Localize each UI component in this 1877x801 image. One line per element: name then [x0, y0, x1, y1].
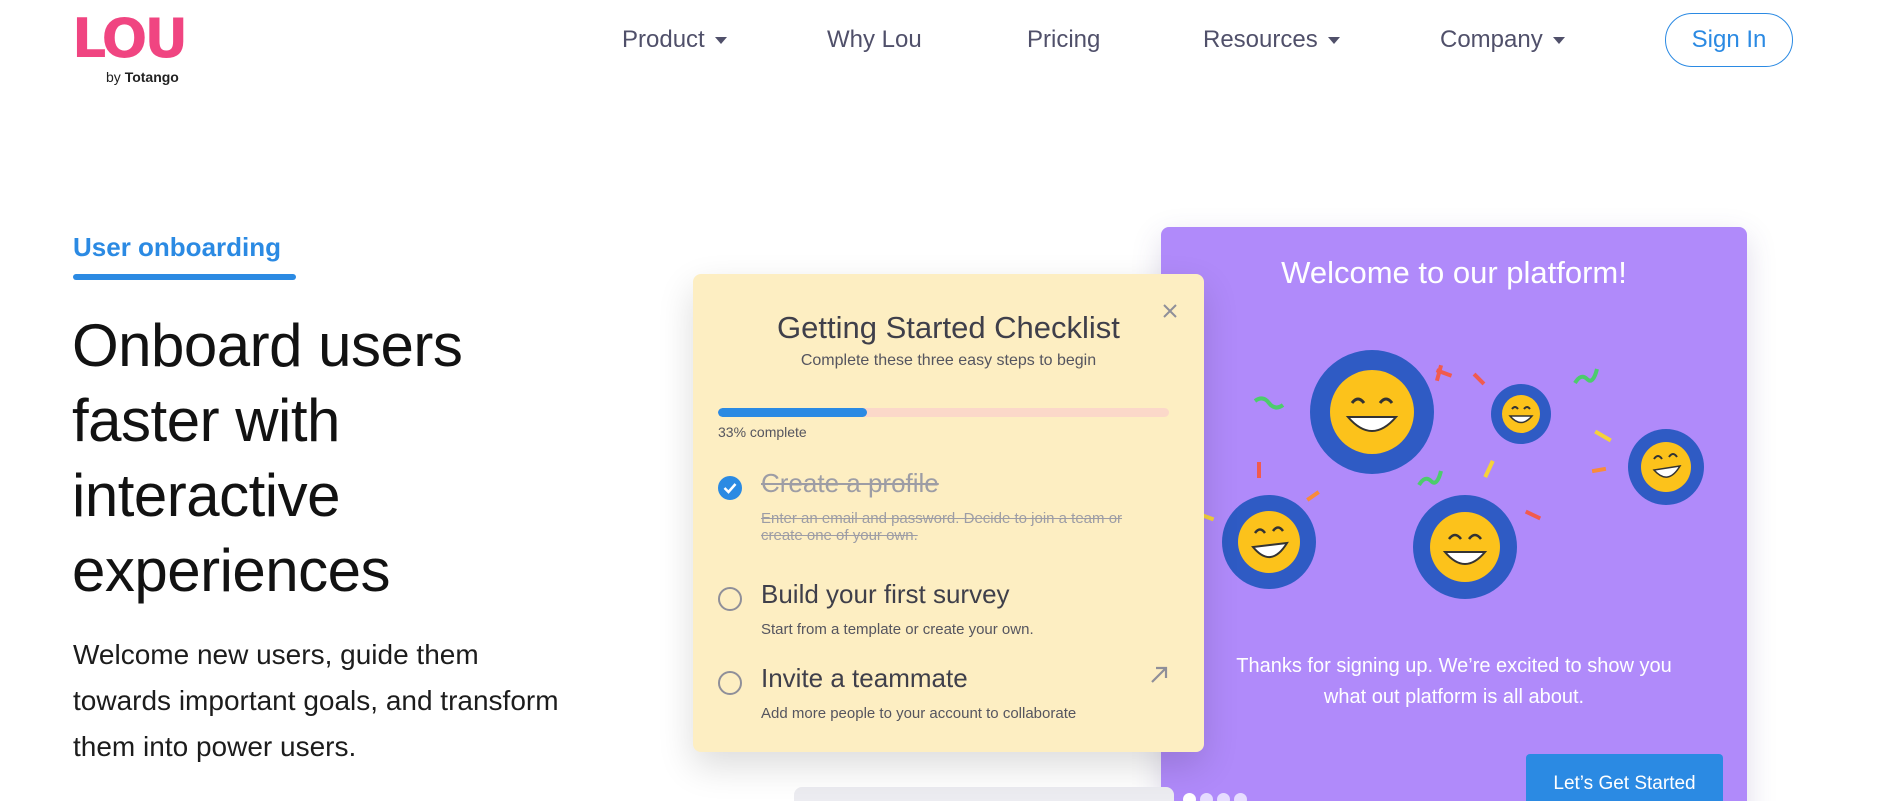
- hero-subtext: Welcome new users, guide them towards im…: [73, 632, 633, 770]
- welcome-message-line: Thanks for signing up. We’re excited to …: [1236, 655, 1672, 677]
- checklist-item-title: Invite a teammate: [761, 663, 968, 693]
- checklist-modal: Getting Started Checklist Complete these…: [693, 274, 1204, 752]
- nav-item-company[interactable]: Company: [1440, 22, 1565, 58]
- checklist-item-desc: Enter an email and password. Decide to j…: [761, 510, 1123, 544]
- nav-item-label: Pricing: [1027, 26, 1101, 53]
- checklist-item-desc: Start from a template or create your own…: [761, 621, 1034, 638]
- external-arrow-icon[interactable]: [1148, 664, 1170, 686]
- pager-dot[interactable]: [1234, 793, 1247, 801]
- checkmark-icon: [723, 483, 737, 494]
- sign-in-button[interactable]: Sign In: [1665, 13, 1793, 67]
- nav-item-label: Resources: [1203, 26, 1318, 53]
- caret-down-icon: [714, 36, 727, 44]
- logo[interactable]: LOU by Totango: [72, 7, 188, 86]
- emoji-illustration-lower: [1222, 495, 1517, 599]
- caret-down-icon: [1552, 36, 1565, 44]
- logo-byline: by Totango: [106, 69, 179, 85]
- checkbox-checked[interactable]: [718, 476, 742, 500]
- nav-item-label: Product: [622, 26, 705, 53]
- nav-item-product[interactable]: Product: [622, 22, 727, 58]
- hero-headline: Onboard users faster with interactive ex…: [72, 308, 632, 608]
- nav-item-why-lou[interactable]: Why Lou: [827, 22, 922, 58]
- pager-dot[interactable]: [1200, 793, 1213, 801]
- section-eyebrow: User onboarding: [73, 232, 282, 262]
- checklist-item-title: Build your first survey: [761, 579, 1010, 609]
- welcome-message: Thanks for signing up. We’re excited to …: [1221, 651, 1687, 713]
- headline-line: interactive: [72, 462, 340, 529]
- eyebrow-underline: [73, 274, 296, 280]
- logo-byline-prefix: by: [106, 69, 121, 85]
- nav-item-pricing[interactable]: Pricing: [1027, 22, 1100, 58]
- headline-line: faster with: [72, 387, 340, 454]
- progress-label: 33% complete: [718, 424, 807, 440]
- welcome-message-line: what out platform is all about.: [1323, 686, 1585, 708]
- subtext-line: them into power users.: [73, 731, 357, 762]
- logo-wordmark: LOU: [72, 7, 188, 70]
- subtext-line: towards important goals, and transform: [73, 685, 559, 716]
- pager-dot[interactable]: [1217, 793, 1230, 801]
- progress-bar: [718, 408, 1169, 417]
- grinning-emoji-icon: [1222, 495, 1316, 589]
- grinning-emoji-icon: [1413, 495, 1517, 599]
- caret-down-icon: [1327, 36, 1340, 44]
- logo-byline-brand: Totango: [124, 69, 179, 85]
- welcome-modal: Welcome to our platform! Thanks for sign…: [1161, 227, 1747, 801]
- get-started-button[interactable]: Let’s Get Started: [1526, 754, 1723, 801]
- checklist-item-title: Create a profile: [761, 468, 939, 498]
- pager-dot[interactable]: [1183, 793, 1196, 801]
- headline-line: experiences: [72, 537, 391, 604]
- nav-item-label: Why Lou: [827, 26, 922, 53]
- nav-item-label: Company: [1440, 26, 1543, 53]
- grinning-emoji-icon: [1310, 350, 1434, 474]
- grinning-emoji-icon: [1491, 384, 1551, 444]
- checklist-subtitle: Complete these three easy steps to begin: [800, 352, 1097, 369]
- pager-dots: [1183, 793, 1247, 801]
- checklist-item-desc: Add more people to your account to colla…: [761, 705, 1077, 722]
- checkbox-unchecked[interactable]: [718, 671, 742, 695]
- background-card-edge: [794, 787, 1174, 801]
- headline-line: Onboard users: [72, 312, 463, 379]
- progress-bar-fill: [718, 408, 867, 417]
- nav-item-resources[interactable]: Resources: [1203, 22, 1340, 58]
- subtext-line: Welcome new users, guide them: [73, 639, 479, 670]
- checkbox-unchecked[interactable]: [718, 587, 742, 611]
- checklist-title: Getting Started Checklist: [777, 310, 1120, 345]
